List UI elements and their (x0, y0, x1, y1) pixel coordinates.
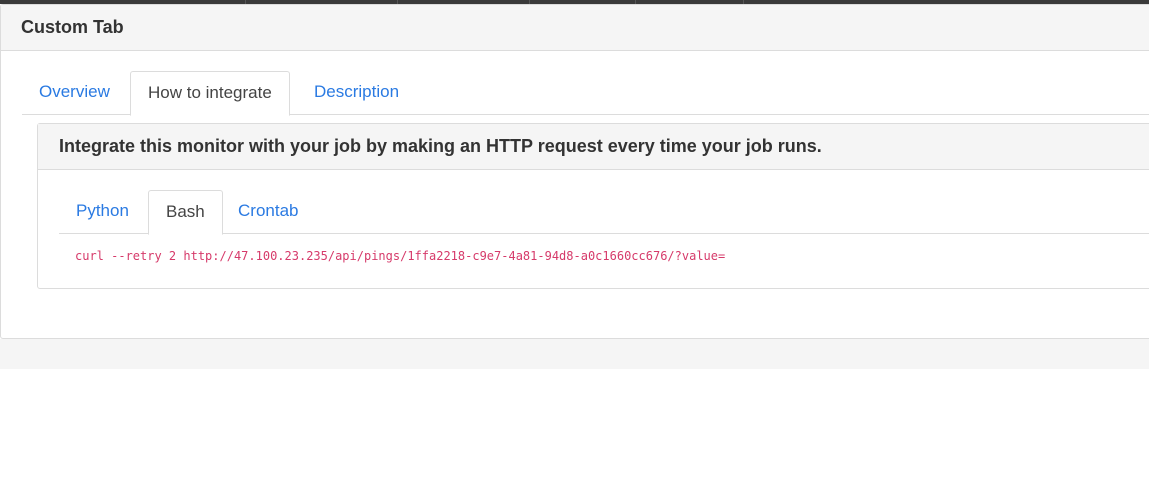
tab-overview[interactable]: Overview (22, 71, 127, 115)
language-tabs: Python Bash Crontab (59, 190, 1149, 235)
tab-bash[interactable]: Bash (148, 190, 223, 235)
main-tabs: Overview How to integrate Description (22, 71, 1149, 116)
panel-title: Custom Tab (1, 5, 1149, 51)
tab-python[interactable]: Python (59, 190, 146, 234)
custom-tab-panel: Custom Tab Overview How to integrate Des… (0, 4, 1149, 339)
integration-panel: Integrate this monitor with your job by … (37, 123, 1149, 289)
bash-code-snippet[interactable]: curl --retry 2 http://47.100.23.235/api/… (75, 249, 725, 263)
integration-heading: Integrate this monitor with your job by … (38, 124, 1149, 170)
tab-description[interactable]: Description (297, 71, 416, 115)
tab-how-to-integrate[interactable]: How to integrate (130, 71, 290, 116)
footer-bar (0, 339, 1149, 369)
tab-crontab[interactable]: Crontab (221, 190, 315, 234)
